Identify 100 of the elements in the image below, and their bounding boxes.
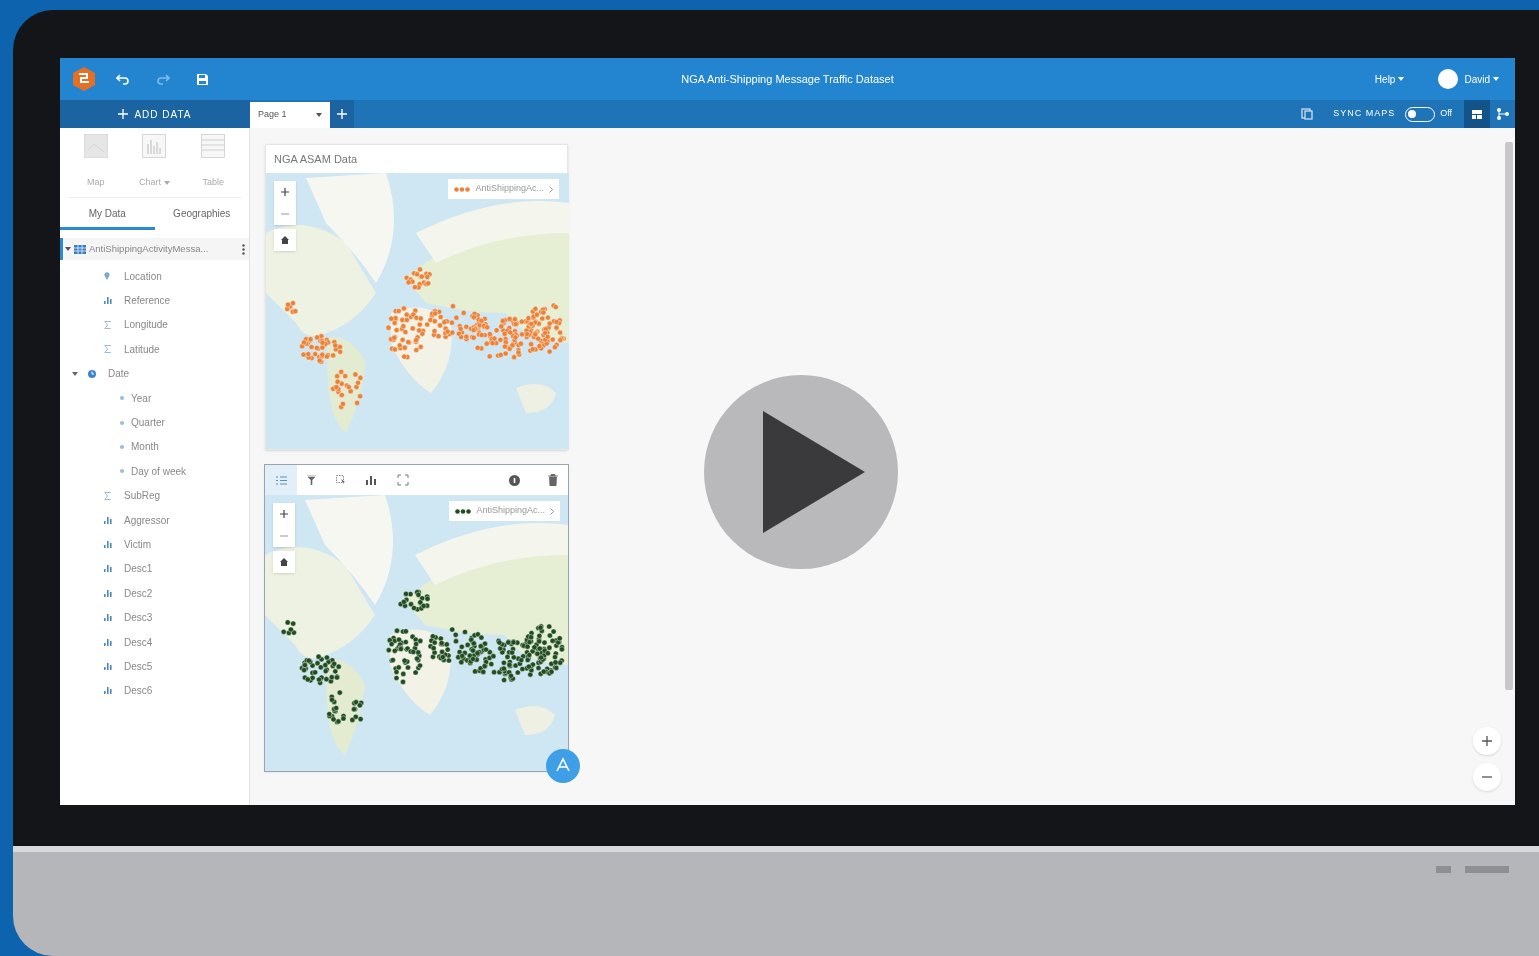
home-button[interactable] xyxy=(274,229,296,251)
bar-chart-icon xyxy=(142,134,167,158)
caret-icon[interactable] xyxy=(72,370,78,377)
add-page-button[interactable] xyxy=(330,100,354,128)
legend-chip[interactable]: AntiShippingAc... xyxy=(448,179,559,199)
map-button[interactable]: Map xyxy=(83,134,108,197)
plus-icon xyxy=(280,510,288,518)
caret-icon xyxy=(316,113,322,117)
bar-chart-icon xyxy=(104,589,112,597)
field-item[interactable]: SubReg xyxy=(124,488,161,504)
bar-chart-icon xyxy=(104,638,112,646)
field-item[interactable]: Longitude xyxy=(124,317,168,333)
home-icon xyxy=(281,236,289,244)
bar-chart-icon xyxy=(104,687,112,695)
save-icon[interactable] xyxy=(196,72,209,86)
field-item[interactable]: Year xyxy=(131,390,152,406)
bar-chart-icon[interactable] xyxy=(366,475,377,485)
card-title: NGA ASAM Data xyxy=(273,151,359,167)
field-item[interactable]: Desc6 xyxy=(124,683,153,699)
sync-maps-label: SYNC MAPS xyxy=(1333,107,1396,121)
home-button[interactable] xyxy=(273,551,295,573)
chevron-icon xyxy=(549,185,553,193)
field-item[interactable]: Desc2 xyxy=(124,585,153,601)
caret-icon xyxy=(1398,77,1405,81)
sidebar-tab[interactable]: Geographies xyxy=(154,200,249,230)
minus-icon xyxy=(280,535,288,537)
field-item[interactable]: Desc3 xyxy=(124,610,153,626)
add-data-button[interactable]: ADD DATA xyxy=(60,100,250,128)
minus-icon xyxy=(281,213,289,215)
bar-chart-icon xyxy=(104,565,112,573)
field-item[interactable]: Day of week xyxy=(131,463,187,479)
duplicate-icon[interactable] xyxy=(1301,108,1314,120)
chart-button[interactable]: Chart xyxy=(139,134,170,197)
field-item[interactable]: Quarter xyxy=(131,415,165,431)
layout-button[interactable] xyxy=(1464,100,1490,128)
sigma-icon xyxy=(104,345,111,354)
dot-icon xyxy=(120,469,124,474)
field-item[interactable]: Desc4 xyxy=(124,634,153,650)
bar-chart-icon xyxy=(104,614,112,622)
minus-icon xyxy=(1482,776,1492,778)
plus-icon xyxy=(118,109,129,119)
bar-chart-icon xyxy=(104,541,112,548)
user-menu[interactable]: David xyxy=(1464,71,1499,87)
list-icon xyxy=(275,475,287,485)
pin-icon xyxy=(104,272,110,281)
layout-icon xyxy=(1472,109,1482,119)
field-item[interactable]: Desc1 xyxy=(124,561,153,577)
dot-icon xyxy=(120,444,124,449)
plus-icon xyxy=(281,188,289,196)
field-item[interactable]: Desc5 xyxy=(124,658,153,674)
map-icon xyxy=(83,134,108,158)
field-item[interactable]: Date xyxy=(108,366,130,382)
info-icon[interactable] xyxy=(509,474,520,486)
field-item[interactable]: Aggressor xyxy=(124,512,170,528)
dot-icon xyxy=(120,396,124,401)
home-icon xyxy=(280,558,288,566)
bar-chart-icon xyxy=(104,516,112,524)
avatar-icon xyxy=(1438,69,1459,89)
map-card[interactable]: AntiShippingAc... xyxy=(265,465,568,771)
bar-chart-icon xyxy=(104,662,112,670)
field-item[interactable]: Location xyxy=(124,268,162,284)
app-logo-icon[interactable] xyxy=(72,66,96,92)
field-item[interactable]: Reference xyxy=(124,293,171,309)
chevron-icon xyxy=(550,507,554,515)
compass-button[interactable] xyxy=(546,749,580,783)
connections-icon[interactable] xyxy=(1496,108,1509,120)
field-item[interactable]: Latitude xyxy=(124,341,160,357)
vent-slot xyxy=(1436,866,1451,873)
clock-icon xyxy=(88,369,96,378)
help-menu[interactable]: Help xyxy=(1374,71,1405,87)
more-icon[interactable] xyxy=(242,243,245,255)
bar-chart-icon xyxy=(104,297,112,305)
legend-chip[interactable]: AntiShippingAc... xyxy=(449,501,560,521)
zoom-out-button[interactable] xyxy=(1473,763,1501,791)
selection-icon[interactable] xyxy=(336,475,346,485)
sidebar-tab[interactable]: My Data xyxy=(60,200,155,230)
table-button[interactable]: Table xyxy=(201,134,226,197)
caret-icon xyxy=(65,246,71,252)
table-icon xyxy=(74,244,86,254)
caret-icon xyxy=(164,180,170,185)
toggle-state-label: Off xyxy=(1440,107,1452,121)
document-title: NGA Anti-Shipping Message Traffic Dataset xyxy=(681,71,894,87)
caret-icon xyxy=(1493,77,1499,81)
vent-slot xyxy=(1465,866,1509,873)
map-card[interactable]: NGA ASAM Data AntiShippingAc... xyxy=(265,144,568,450)
dataset-row[interactable]: AntiShippingActivityMessa... xyxy=(60,238,249,260)
play-button[interactable] xyxy=(704,375,898,569)
table-icon xyxy=(201,134,226,158)
sigma-icon xyxy=(104,320,111,329)
expand-icon[interactable] xyxy=(397,474,409,486)
page-tab[interactable]: Page 1 xyxy=(250,102,330,128)
undo-icon[interactable] xyxy=(116,73,130,85)
filter-icon[interactable] xyxy=(307,475,316,485)
zoom-in-button[interactable] xyxy=(1473,727,1501,755)
field-item[interactable]: Month xyxy=(131,439,159,455)
sigma-icon xyxy=(104,491,111,500)
field-item[interactable]: Victim xyxy=(124,537,152,552)
dot-icon xyxy=(120,420,124,425)
plus-icon xyxy=(1482,736,1492,746)
trash-icon[interactable] xyxy=(548,474,558,486)
